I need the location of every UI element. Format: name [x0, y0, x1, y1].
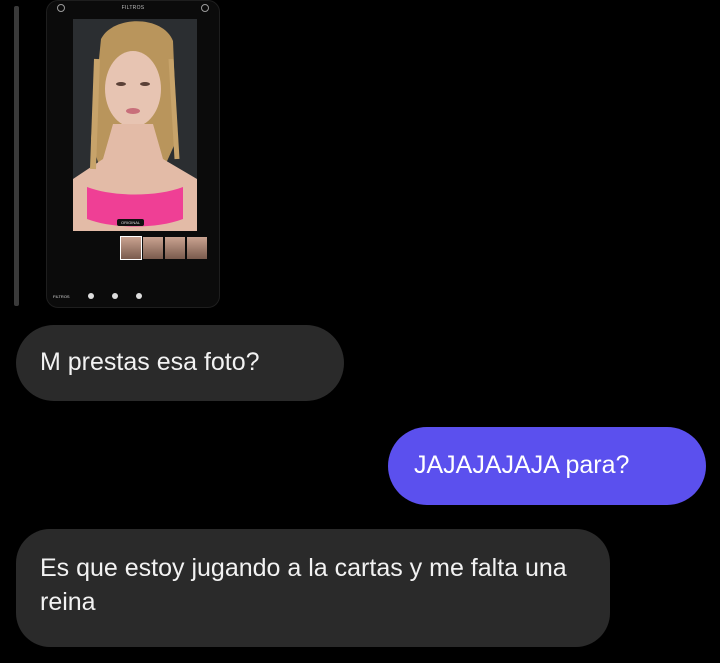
filter-thumb[interactable]	[143, 237, 163, 259]
tune-icon[interactable]	[135, 293, 142, 299]
screenshot-top-bar: FILTROS	[47, 1, 219, 15]
filters-tab-label[interactable]: FILTROS	[53, 294, 70, 299]
filter-strip	[120, 236, 211, 260]
filter-thumb[interactable]	[165, 237, 185, 259]
filter-thumb[interactable]	[187, 237, 207, 259]
effects-icon[interactable]	[111, 293, 118, 299]
shared-image[interactable]: FILTROS ORIGINAL FILTROS	[46, 0, 220, 308]
settings-icon	[201, 4, 209, 12]
message-bubble-outgoing[interactable]: JAJAJAJAJA para?	[388, 427, 706, 505]
photo-preview	[73, 19, 197, 231]
photo-art	[73, 19, 197, 231]
reply-indicator	[14, 6, 19, 306]
editor-toolbar: FILTROS	[53, 289, 213, 303]
back-icon	[57, 4, 65, 12]
message-bubble-incoming[interactable]: M prestas esa foto?	[16, 325, 344, 401]
original-label: ORIGINAL	[117, 219, 145, 226]
chat-thread: FILTROS ORIGINAL FILTROS M prestas esa f…	[0, 0, 720, 663]
screenshot-title: FILTROS	[121, 5, 145, 11]
message-bubble-incoming[interactable]: Es que estoy jugando a la cartas y me fa…	[16, 529, 610, 647]
filter-thumb[interactable]	[120, 236, 142, 260]
adjust-icon[interactable]	[87, 293, 94, 299]
